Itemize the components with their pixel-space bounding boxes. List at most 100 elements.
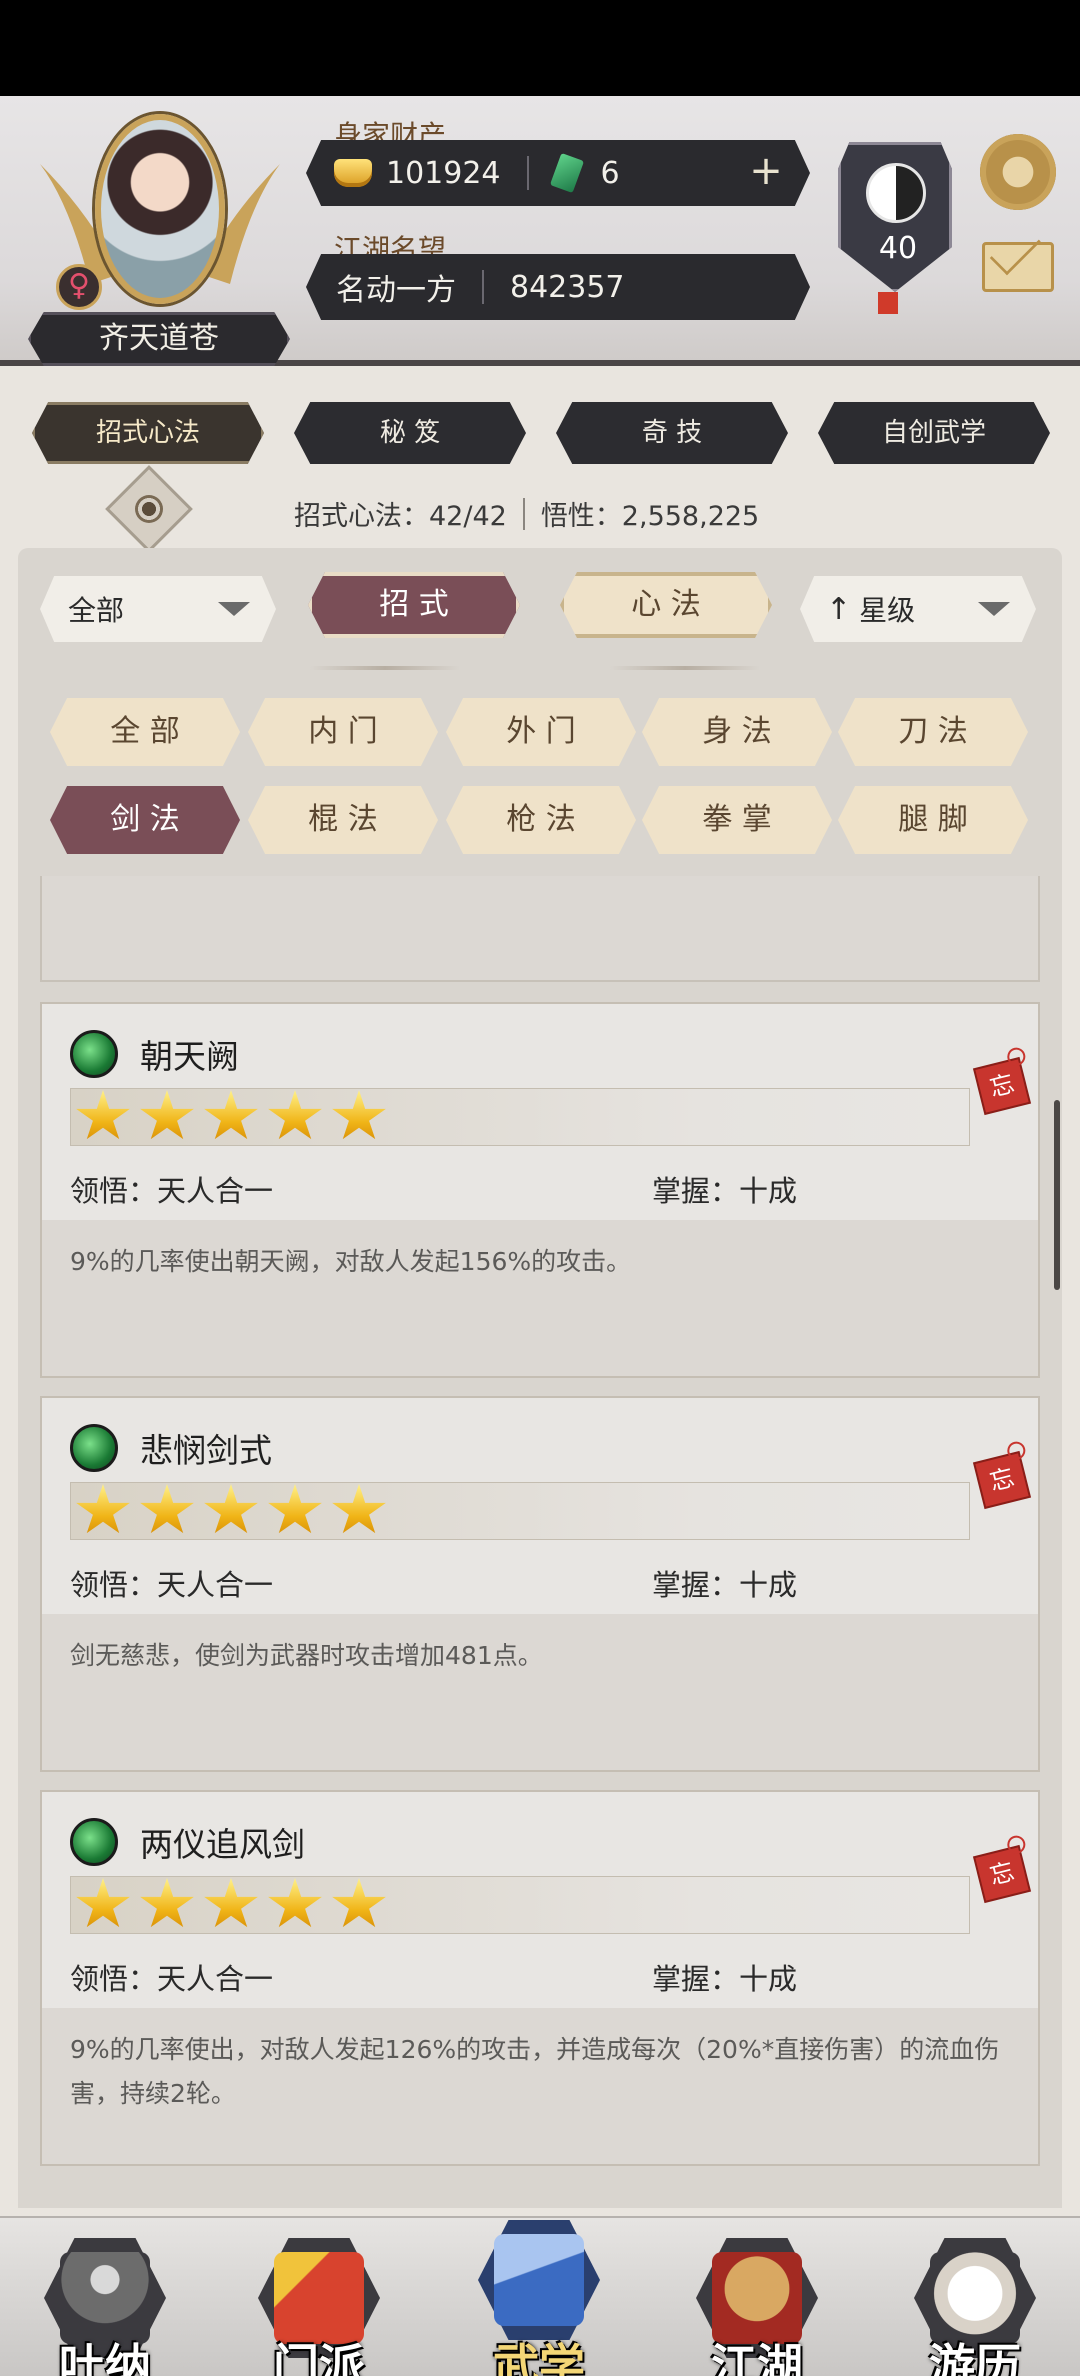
star-icon xyxy=(204,1484,258,1534)
forget-tag-button[interactable]: 忘 xyxy=(975,1453,1029,1507)
star-icon xyxy=(268,1878,322,1928)
scope-dropdown[interactable]: 全部 xyxy=(40,576,276,642)
wealth-bar: 101924 6 + xyxy=(306,140,810,206)
jade-icon xyxy=(549,152,584,194)
chip-sword[interactable]: 剑 法 xyxy=(50,786,240,854)
reputation-value: 842357 xyxy=(510,269,625,305)
avatar[interactable] xyxy=(95,114,225,304)
player-name: 齐天道苍 xyxy=(28,312,290,366)
chip-fist[interactable]: 拳 掌 xyxy=(642,786,832,854)
nav-jianghu[interactable]: 江湖 xyxy=(682,2238,832,2376)
nav-breathing[interactable]: 吐纳 xyxy=(30,2238,180,2376)
chip-kick[interactable]: 腿 脚 xyxy=(838,786,1028,854)
skill-description: 9%的几率使出朝天阙，对敌人发起156%的攻击。 xyxy=(70,1247,632,1276)
tab-secret-manuals[interactable]: 秘 笈 xyxy=(294,402,526,464)
eye-icon[interactable] xyxy=(105,465,193,553)
star-icon xyxy=(268,1090,322,1140)
skill-description: 剑无慈悲，使剑为武器时攻击增加481点。 xyxy=(70,1641,543,1670)
sword-skill-icon xyxy=(70,1424,118,1472)
stats-line: 招式心法：42/42 悟性：2,558,225 xyxy=(294,494,759,533)
mastery-label: 掌握：十成 xyxy=(652,1962,798,1996)
sort-dropdown[interactable]: ↑ 星级 xyxy=(800,576,1036,642)
skill-name: 两仪追风剑 xyxy=(140,1825,305,1864)
skill-card[interactable]: 两仪追风剑 领悟：天人合一 掌握：十成 忘 9%的几率使出，对敌人发起126%的… xyxy=(40,1790,1040,2166)
star-rating xyxy=(70,1876,970,1934)
divider xyxy=(482,270,484,304)
star-icon xyxy=(140,1878,194,1928)
bottom-nav: 吐纳 门派 武学 江湖 游历 xyxy=(0,2216,1080,2376)
tassel-decoration xyxy=(878,292,898,314)
chip-blade[interactable]: 刀 法 xyxy=(838,698,1028,766)
star-icon xyxy=(76,1484,130,1534)
star-icon xyxy=(76,1090,130,1140)
nav-label: 门派 xyxy=(273,2339,365,2376)
jade-amount: 6 xyxy=(600,155,620,191)
gear-icon[interactable] xyxy=(980,134,1056,210)
yinyang-icon xyxy=(866,163,926,223)
forget-tag-button[interactable]: 忘 xyxy=(975,1847,1029,1901)
manual-book-icon xyxy=(494,2234,584,2326)
reputation-bar: 名动一方 842357 xyxy=(306,254,810,320)
chip-staff[interactable]: 棍 法 xyxy=(248,786,438,854)
divider xyxy=(526,156,529,190)
star-icon xyxy=(268,1484,322,1534)
nav-label: 武学 xyxy=(493,2339,585,2376)
nav-label: 游历 xyxy=(929,2339,1021,2376)
star-icon xyxy=(332,1090,386,1140)
star-icon xyxy=(76,1878,130,1928)
scope-selected: 全部 xyxy=(68,594,125,627)
nav-label: 江湖 xyxy=(711,2339,803,2376)
sword-skill-icon xyxy=(70,1030,118,1078)
gold-amount: 101924 xyxy=(386,155,501,191)
sort-selected: 星级 xyxy=(859,594,916,627)
nav-travel[interactable]: 游历 xyxy=(900,2238,1050,2376)
nav-sect[interactable]: 门派 xyxy=(244,2238,394,2376)
star-icon xyxy=(332,1484,386,1534)
chip-movement[interactable]: 身 法 xyxy=(642,698,832,766)
arrow-up-icon: ↑ xyxy=(826,591,852,627)
skill-list[interactable]: 朝天阙 领悟：天人合一 掌握：十成 忘 9%的几率使出朝天阙，对敌人发起156%… xyxy=(40,876,1040,2166)
scrollbar[interactable] xyxy=(1054,1100,1060,1290)
chip-spear[interactable]: 枪 法 xyxy=(446,786,636,854)
mastery-label: 掌握：十成 xyxy=(652,1174,798,1208)
skill-card-header: 悲悯剑式 领悟：天人合一 掌握：十成 忘 xyxy=(42,1398,1038,1614)
level-number: 40 xyxy=(878,231,918,266)
mastery-label: 掌握：十成 xyxy=(652,1568,798,1602)
chevron-down-icon xyxy=(218,602,250,616)
toggle-methods[interactable]: 心 法 xyxy=(560,572,772,638)
add-currency-button[interactable]: + xyxy=(744,151,788,195)
level-badge[interactable]: 40 xyxy=(838,142,952,292)
reputation-title: 名动一方 xyxy=(336,273,456,308)
star-icon xyxy=(204,1090,258,1140)
star-icon xyxy=(332,1878,386,1928)
star-rating xyxy=(70,1482,970,1540)
divider xyxy=(522,497,525,530)
comprehension-label: 领悟：天人合一 xyxy=(70,1174,274,1208)
skill-count: 招式心法：42/42 xyxy=(294,501,507,532)
skill-card-header: 两仪追风剑 领悟：天人合一 掌握：十成 忘 xyxy=(42,1792,1038,2008)
skill-description: 9%的几率使出，对敌人发起126%的攻击，并造成每次（20%*直接伤害）的流血伤… xyxy=(70,2035,1000,2108)
chevron-down-icon xyxy=(978,602,1010,616)
toggle-moves[interactable]: 招 式 xyxy=(308,572,520,638)
tab-self-created[interactable]: 自创武学 xyxy=(818,402,1050,464)
chip-inner[interactable]: 内 门 xyxy=(248,698,438,766)
nav-label: 吐纳 xyxy=(59,2339,151,2376)
tab-moves-methods[interactable]: 招式心法 xyxy=(32,402,264,464)
ornament-divider xyxy=(310,666,460,670)
chip-all[interactable]: 全 部 xyxy=(50,698,240,766)
gender-female-icon: ♀ xyxy=(56,264,102,310)
comprehension-label: 领悟：天人合一 xyxy=(70,1962,274,1996)
forget-tag-button[interactable]: 忘 xyxy=(975,1059,1029,1113)
skill-name: 悲悯剑式 xyxy=(140,1431,272,1470)
skill-card[interactable]: 朝天阙 领悟：天人合一 掌握：十成 忘 9%的几率使出朝天阙，对敌人发起156%… xyxy=(40,1002,1040,1378)
nav-martial-arts[interactable]: 武学 xyxy=(464,2220,614,2376)
list-item-partial xyxy=(40,876,1040,982)
mail-icon[interactable] xyxy=(982,242,1054,292)
player-header: ♀ 齐天道苍 身家财产 101924 6 + 江湖名望 名动一方 842357 … xyxy=(0,96,1080,366)
chip-outer[interactable]: 外 门 xyxy=(446,698,636,766)
star-icon xyxy=(140,1090,194,1140)
ornament-divider xyxy=(610,666,760,670)
tab-special-skills[interactable]: 奇 技 xyxy=(556,402,788,464)
main-tabs: 招式心法 秘 笈 奇 技 自创武学 xyxy=(30,402,1050,464)
skill-card[interactable]: 悲悯剑式 领悟：天人合一 掌握：十成 忘 剑无慈悲，使剑为武器时攻击增加481点… xyxy=(40,1396,1040,1772)
